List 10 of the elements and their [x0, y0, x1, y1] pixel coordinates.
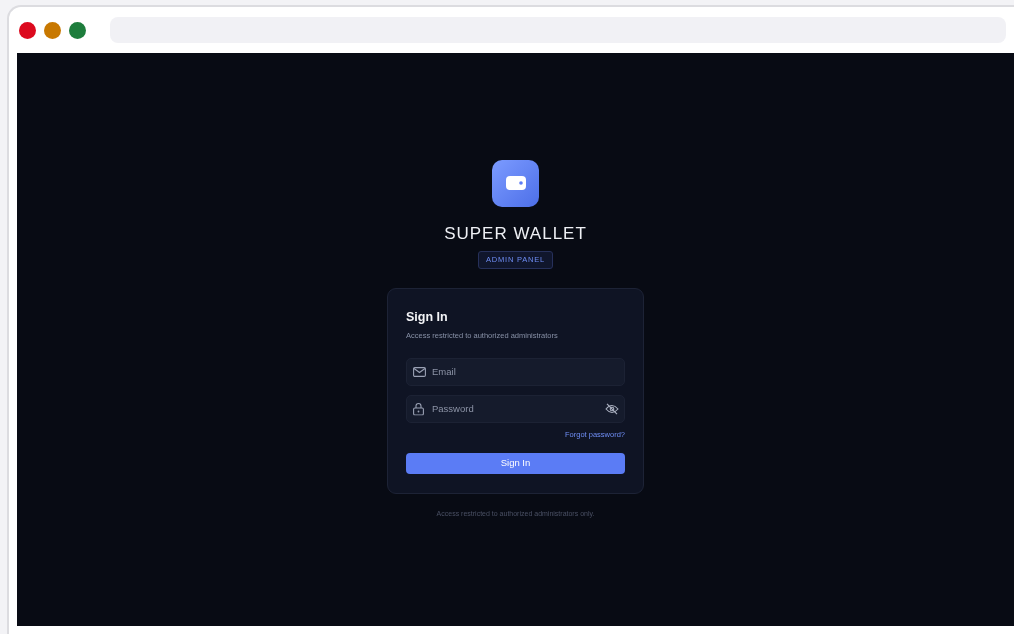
window-control-dot[interactable] — [44, 21, 61, 39]
card-title: Sign In — [406, 308, 449, 326]
window-control-dot[interactable] — [69, 21, 86, 39]
wallet-icon — [505, 176, 526, 191]
window-control-dot[interactable] — [19, 21, 36, 39]
sign-in-button[interactable]: Sign In — [406, 452, 625, 474]
email-field[interactable]: Email — [406, 357, 625, 386]
hidden-eye-icon[interactable] — [605, 402, 619, 415]
app-title: SUPER WALLET — [444, 222, 587, 245]
password-field[interactable]: Password — [406, 394, 625, 423]
